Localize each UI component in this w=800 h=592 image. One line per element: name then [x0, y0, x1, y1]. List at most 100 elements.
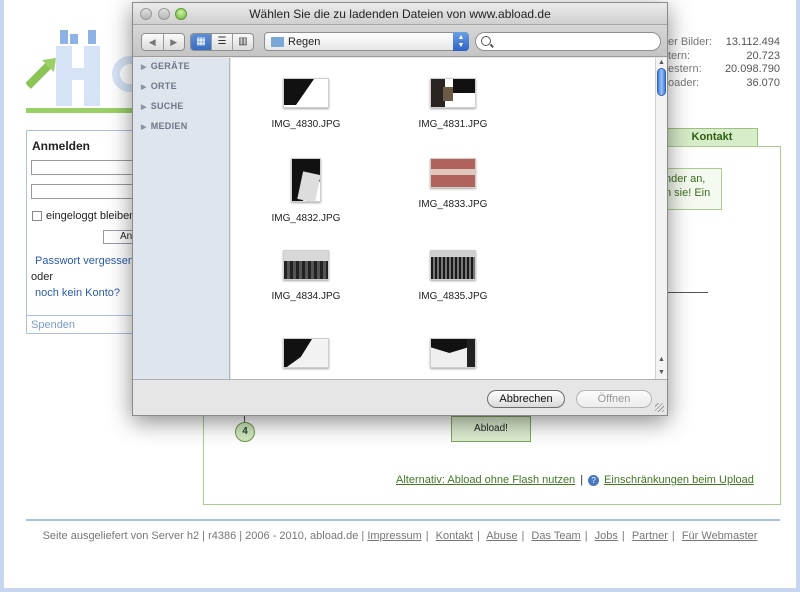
open-button[interactable]: Öffnen — [576, 390, 652, 408]
file-name: IMG_4830.JPG — [271, 119, 341, 130]
forward-arrow-icon[interactable]: ▶ — [164, 34, 185, 50]
search-input[interactable] — [475, 32, 661, 51]
file-item[interactable]: IMG_4834.JPG — [246, 250, 366, 302]
forgot-password-link[interactable]: Passwort vergessen — [35, 255, 134, 267]
scroll-thumb[interactable] — [657, 68, 666, 96]
footer-link[interactable]: Kontakt — [436, 530, 473, 542]
file-thumbnail[interactable] — [430, 338, 476, 368]
disclosure-triangle-icon[interactable]: ▶ — [141, 123, 147, 131]
column-view-icon[interactable]: ▥ — [233, 34, 253, 50]
oder-text: oder — [31, 271, 54, 283]
file-thumbnail[interactable] — [283, 338, 329, 368]
footer-link[interactable]: Impressum — [367, 530, 421, 542]
file-thumbnail[interactable] — [291, 158, 321, 202]
login-divider — [27, 315, 139, 316]
footer-separator: | — [584, 530, 588, 542]
stat-row: er Bilder: 13.112.494 — [668, 36, 780, 50]
link-separator: | — [580, 474, 584, 486]
file-thumbnail[interactable] — [283, 78, 329, 108]
remember-label: eingeloggt bleiben — [46, 210, 136, 222]
file-thumbnail[interactable] — [283, 250, 329, 280]
register-link[interactable]: noch kein Konto? — [35, 287, 120, 299]
scroll-up-icon[interactable]: ▲ — [658, 356, 665, 363]
select-arrows-icon[interactable]: ▲ ▼ — [453, 32, 469, 51]
folder-name: Regen — [288, 36, 321, 48]
sidebar-section-suche[interactable]: ▶ SUCHE — [141, 101, 184, 111]
dialog-button-bar: Abbrechen Öffnen — [133, 379, 667, 415]
stat-value: 13.112.494 — [725, 36, 780, 48]
scroll-down-icon[interactable]: ▼ — [658, 369, 665, 376]
stat-value: 20.098.790 — [724, 63, 780, 75]
tab-kontakt[interactable]: Kontakt — [666, 128, 758, 146]
file-item[interactable]: IMG_4831.JPG — [393, 78, 513, 130]
file-name: IMG_4832.JPG — [271, 213, 341, 224]
sidebar-section-orte[interactable]: ▶ ORTE — [141, 81, 177, 91]
footer-link[interactable]: Partner — [632, 530, 668, 542]
info-line-1: nder an, — [665, 173, 706, 185]
sidebar-section-geräte[interactable]: ▶ GERÄTE — [141, 61, 190, 71]
footer-served: Seite ausgeliefert von Server h2 | r4386… — [42, 530, 365, 542]
site-stats: er Bilder: 13.112.494 tern: 20.723 estern: 20… — [668, 36, 780, 90]
dialog-toolbar: ◀ ▶ ▦ ☰ ▥ Regen ▲ ▼ — [133, 25, 667, 57]
abload-button[interactable]: Abload! — [451, 416, 531, 442]
file-name: IMG_4831.JPG — [418, 119, 488, 130]
username-input[interactable] — [31, 160, 139, 175]
search-icon — [481, 36, 491, 46]
footer-separator: | — [521, 530, 525, 542]
stat-row: oader: 36.070 — [668, 77, 780, 91]
folder-select[interactable]: Regen ▲ ▼ — [264, 32, 469, 51]
cancel-button[interactable]: Abbrechen — [487, 390, 565, 408]
footer-link[interactable]: Das Team — [531, 530, 580, 542]
footer-link[interactable]: Jobs — [595, 530, 618, 542]
nav-buttons: ◀ ▶ — [141, 33, 185, 51]
list-view-icon[interactable]: ☰ — [212, 34, 233, 50]
file-item[interactable]: IMG_4833.JPG — [393, 158, 513, 210]
no-flash-link[interactable]: Alternativ: Abload ohne Flash nutzen — [396, 474, 575, 486]
footer-separator: | — [671, 530, 675, 542]
remember-checkbox[interactable]: eingeloggt bleiben — [32, 210, 135, 222]
checkbox-box[interactable] — [32, 211, 42, 221]
help-icon: ? — [588, 474, 600, 486]
file-thumbnail[interactable] — [430, 158, 476, 188]
restrictions-link[interactable]: Einschränkungen beim Upload — [604, 474, 754, 486]
file-item[interactable]: IMG_4836.JPG — [246, 338, 366, 379]
sidebar-section-label: ORTE — [150, 81, 177, 91]
info-box: nder an, n sie! Ein — [660, 168, 722, 210]
stat-value: 36.070 — [746, 76, 780, 89]
file-item[interactable]: IMG_4830.JPG — [246, 78, 366, 130]
sidebar-section-label: SUCHE — [150, 101, 184, 111]
resize-grip-icon[interactable] — [655, 403, 664, 412]
view-mode-buttons: ▦ ☰ ▥ — [190, 33, 254, 51]
password-input[interactable] — [31, 184, 139, 199]
stat-row: tern: 20.723 — [668, 50, 780, 64]
footer-link[interactable]: Für Webmaster — [682, 530, 758, 542]
stat-row: estern: 20.098.790 — [668, 63, 780, 77]
file-item[interactable]: IMG_4837.JPG — [393, 338, 513, 379]
alternative-links: Alternativ: Abload ohne Flash nutzen | ?… — [396, 474, 754, 486]
disclosure-triangle-icon[interactable]: ▶ — [141, 63, 147, 71]
donate-link[interactable]: Spenden — [31, 319, 75, 331]
back-arrow-icon[interactable]: ◀ — [142, 34, 164, 50]
file-open-dialog: Wählen Sie die zu ladenden Dateien von w… — [132, 2, 668, 416]
abload-logo — [26, 30, 136, 113]
sidebar-section-medien[interactable]: ▶ MEDIEN — [141, 121, 188, 131]
info-line-2: n sie! Ein — [665, 187, 711, 199]
file-item[interactable]: IMG_4832.JPG — [246, 158, 366, 224]
footer: Seite ausgeliefert von Server h2 | r4386… — [4, 530, 796, 542]
vertical-scrollbar[interactable]: ▲ ▲ ▼ — [655, 58, 667, 379]
stat-label: tern: — [668, 49, 691, 62]
footer-separator: | — [621, 530, 625, 542]
file-thumbnail[interactable] — [430, 78, 476, 108]
file-item[interactable]: IMG_4835.JPG — [393, 250, 513, 302]
footer-link[interactable]: Abuse — [486, 530, 517, 542]
icon-view-icon[interactable]: ▦ — [191, 34, 212, 50]
file-thumbnail[interactable] — [430, 250, 476, 280]
disclosure-triangle-icon[interactable]: ▶ — [141, 83, 147, 91]
file-grid: IMG_4830.JPG IMG_4831.JPG IMG_4832.JPG IMG_… — [231, 58, 655, 379]
scroll-top-icon: ▲ — [658, 59, 665, 66]
stat-label: er Bilder: — [668, 36, 713, 48]
dialog-title: Wählen Sie die zu ladenden Dateien von w… — [249, 7, 551, 21]
file-name: IMG_4835.JPG — [418, 291, 488, 302]
disclosure-triangle-icon[interactable]: ▶ — [141, 103, 147, 111]
footer-separator: | — [476, 530, 480, 542]
